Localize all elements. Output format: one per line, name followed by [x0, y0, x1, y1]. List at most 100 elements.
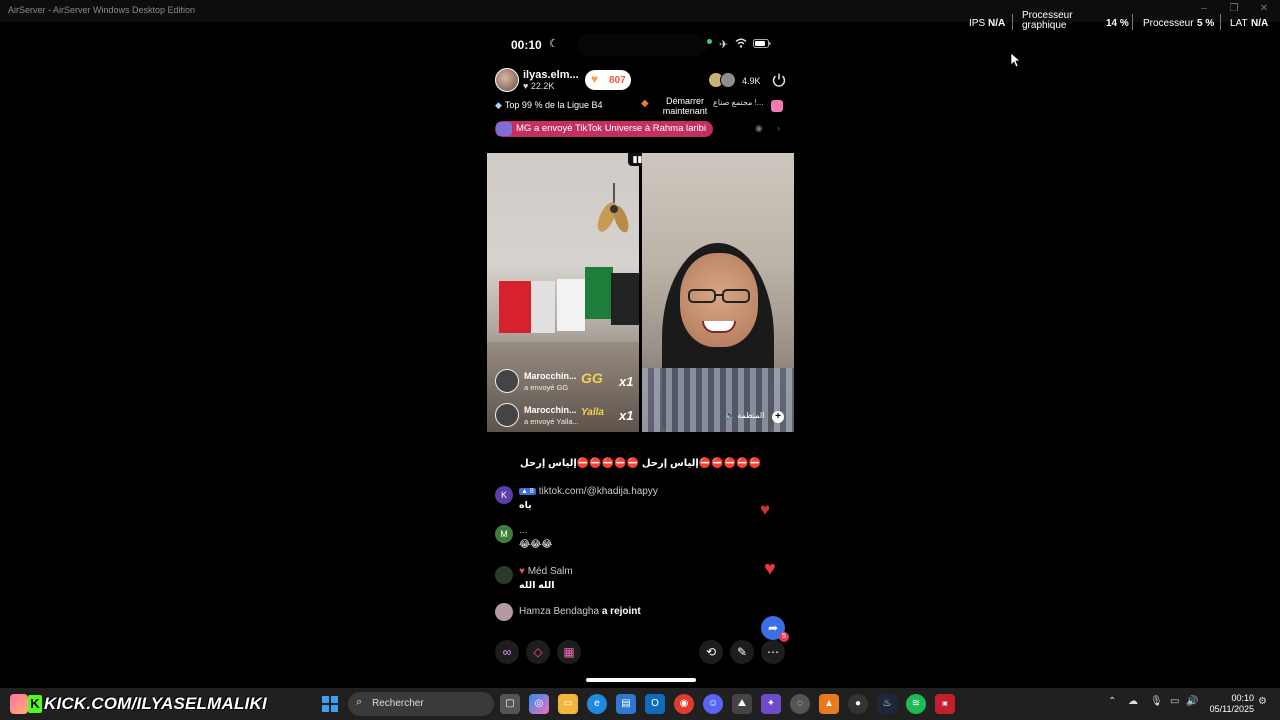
chat-username[interactable]: ... [519, 525, 527, 536]
checked-shirt [642, 368, 794, 432]
chat-username-text: tiktok.com/@khadija.hapyy [538, 486, 658, 497]
heart-small-icon: ♥ [523, 81, 531, 91]
start-tile [331, 705, 338, 712]
stream-app-icon[interactable]: ▣ [935, 694, 955, 714]
spotify-icon[interactable]: ≋ [906, 694, 926, 714]
joiner-avatar[interactable] [495, 603, 513, 621]
taskbar-search[interactable]: ⌕ Rechercher [348, 692, 494, 716]
live-video[interactable]: Marocchin... a envoyé GG GG x1 Marocchin… [487, 153, 794, 432]
community-pill[interactable]: مجتمع صناع !... [713, 98, 764, 107]
gift-box-icon [496, 122, 512, 136]
heart-icon: ♥ [591, 72, 599, 86]
divider [1220, 14, 1221, 30]
chat-username[interactable]: ▲ 8 tiktok.com/@khadija.hapyy [519, 486, 658, 497]
taskbar-clock[interactable]: 00:10 05/11/2025 [1206, 693, 1254, 715]
live-icon: ◆ [641, 98, 649, 109]
speaker-icon: 🔈 [725, 411, 738, 420]
chat-avatar[interactable]: M [495, 525, 513, 543]
media-icon[interactable]: ⛰ [732, 694, 752, 714]
power-icon[interactable] [771, 72, 787, 88]
magic-wand-icon[interactable]: ✎ [730, 640, 754, 664]
jersey [611, 273, 639, 325]
jersey [527, 281, 555, 333]
vlc-icon[interactable]: ▲ [819, 694, 839, 714]
guest-label-text: المنظمة [737, 411, 765, 420]
host-followers-count: 22.2K [530, 81, 555, 91]
mirrored-phone-screen: 00:10 ☾ ✈ ilyas.elm... ♥ 22.2K ♥ 807 4.9… [487, 30, 794, 688]
gift-subtext: a envoyé Yalla... [524, 417, 579, 426]
gift-yalla-icon: Yalla [581, 407, 604, 418]
more-icon[interactable]: ⋯ [761, 640, 785, 664]
plus-icon[interactable]: + [772, 411, 784, 423]
gifter-avatar[interactable] [495, 369, 519, 393]
guest-video[interactable] [642, 153, 794, 432]
moon-icon: ☾ [549, 38, 559, 50]
divider [1132, 14, 1133, 30]
like-count: 807 [609, 75, 626, 86]
store-icon[interactable]: ▤ [616, 694, 636, 714]
chevron-right-icon[interactable]: › [777, 123, 780, 133]
outlook-icon[interactable]: O [645, 694, 665, 714]
volume-icon[interactable]: 🔊 [1186, 696, 1198, 707]
host-avatar[interactable] [495, 68, 519, 92]
heart-badge-icon: ♥ [519, 566, 528, 577]
discord-icon[interactable]: ☺ [703, 694, 723, 714]
gift-banner-text: MG a envoyé TikTok Universe à Rahma lari… [516, 123, 707, 134]
heart-reaction-icon: ♥ [760, 500, 771, 519]
edge-icon[interactable]: e [587, 694, 607, 714]
apps-grid-icon[interactable]: ▦ [557, 640, 581, 664]
gift-banner[interactable]: MG a envoyé TikTok Universe à Rahma lari… [495, 121, 713, 137]
share-count-badge: 5 [779, 632, 789, 642]
task-view-icon[interactable]: ▢ [500, 694, 520, 714]
joined-text: a rejoint [601, 606, 641, 617]
gifter-avatar[interactable] [495, 403, 519, 427]
level-badge-number: 8 [529, 488, 534, 495]
game-icon[interactable]: ✦ [761, 694, 781, 714]
chat-avatar[interactable]: K [495, 486, 513, 504]
start-tile [322, 705, 329, 712]
gift-notification[interactable]: Marocchin... a envoyé Yalla... Yalla x1 [495, 401, 635, 429]
chevron-up-icon[interactable]: ⌃ [1108, 696, 1116, 707]
chrome-icon[interactable]: ◉ [674, 694, 694, 714]
microphone-icon[interactable]: 🎙 [1150, 696, 1163, 707]
network-icon[interactable]: ▭ [1170, 696, 1179, 707]
gpu-value: 14 % [1106, 18, 1129, 29]
repost-icon[interactable]: ⟲ [699, 640, 723, 664]
search-icon: ⌕ [356, 696, 363, 708]
file-explorer-icon[interactable]: ▭ [558, 694, 578, 714]
viewer-count[interactable]: 4.9K [742, 76, 761, 86]
clock-time: 00:10 [1231, 693, 1254, 703]
home-indicator[interactable] [586, 678, 696, 682]
like-counter[interactable]: ♥ 807 [585, 70, 631, 90]
camera-icon[interactable]: ◉ [755, 123, 763, 134]
chat-avatar[interactable] [495, 566, 513, 584]
chat-text: الله الله [519, 580, 555, 591]
start-now-label: Démarrer maintenant [662, 96, 708, 116]
host-followers: ♥ 22.2K [523, 81, 554, 91]
chat-text: ياه [519, 500, 532, 511]
guest-label[interactable]: 🔈 المنظمة [725, 411, 764, 420]
link-icon[interactable]: ∞ [495, 640, 519, 664]
gift-icon[interactable] [771, 100, 783, 112]
performance-stats: IPS N/A Processeur graphique 14 % Proces… [960, 10, 1276, 36]
joiner-name[interactable]: Hamza Bendagha [519, 606, 599, 617]
steam-icon[interactable]: ♨ [877, 694, 897, 714]
gift-notification[interactable]: Marocchin... a envoyé GG GG x1 [495, 367, 635, 395]
chat-username[interactable]: ♥ Méd Salm [519, 566, 573, 577]
cloud-icon[interactable]: ☁ [1128, 696, 1138, 707]
airserver-icon[interactable]: ◌ [790, 694, 810, 714]
kick-watermark: K KICK.COM/ILYASELMALIKI [10, 692, 267, 716]
obs-icon[interactable]: ● [848, 694, 868, 714]
league-rank[interactable]: ◆ Top 99 % de la Ligue B4 [495, 100, 603, 114]
viewer-avatar[interactable] [720, 72, 736, 88]
chat-username-text: Méd Salm [527, 566, 573, 577]
copilot-icon[interactable]: ◎ [529, 694, 549, 714]
host-video[interactable]: Marocchin... a envoyé GG GG x1 Marocchin… [487, 153, 639, 432]
gift-count: x1 [619, 374, 634, 389]
jersey [557, 279, 585, 331]
kick-url: KICK.COM/ILYASELMALIKI [44, 694, 267, 713]
windows-start-icon[interactable] [322, 696, 338, 712]
kick-k-icon: K [28, 695, 42, 713]
notification-icon[interactable]: ⚙ [1258, 696, 1267, 707]
multi-guest-icon[interactable]: ◇ [526, 640, 550, 664]
